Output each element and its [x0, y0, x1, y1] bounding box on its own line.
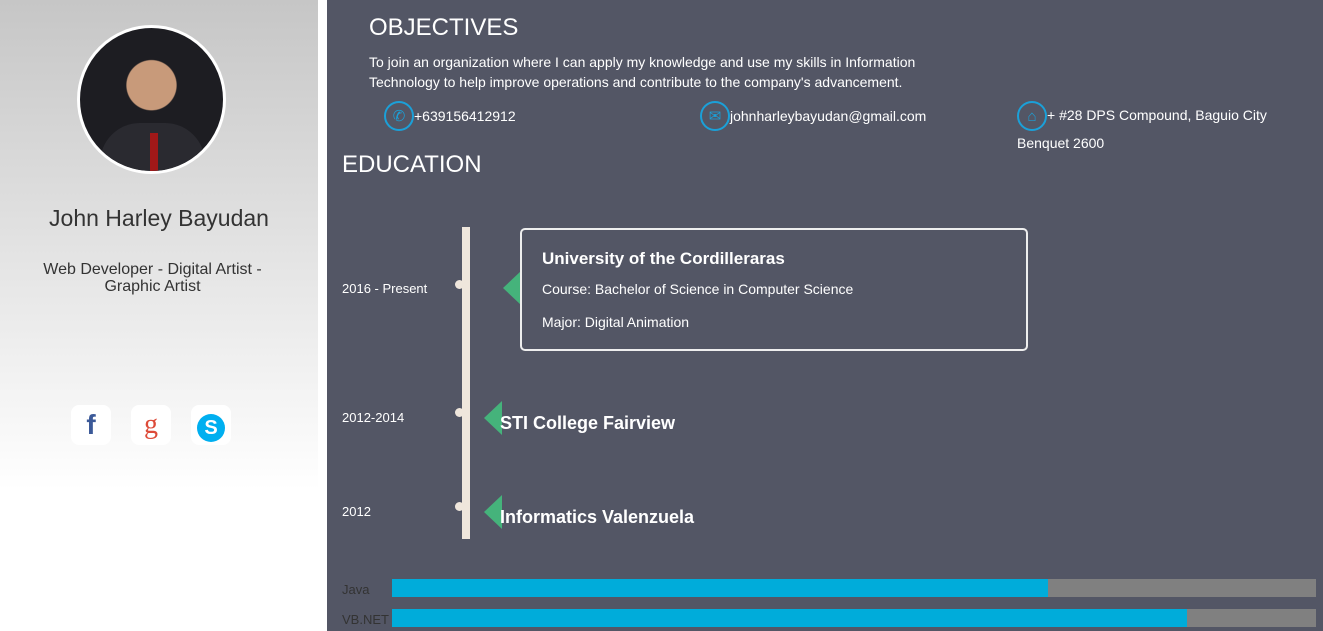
objectives-text: To join an organization where I can appl… [369, 54, 916, 90]
skill-label: Java [342, 582, 370, 597]
edu-school: University of the Cordilleraras [542, 249, 785, 268]
education-card: University of the Cordilleraras Course: … [520, 228, 1028, 351]
skill-bar-java [392, 579, 1316, 597]
avatar [77, 25, 226, 174]
skill-bar-vbnet [392, 609, 1316, 627]
main-content: OBJECTIVES To join an organization where… [327, 0, 1323, 631]
edu-school: Informatics Valenzuela [500, 507, 695, 527]
edu-school: STI College Fairview [500, 413, 676, 433]
edu-major: Major: Digital Animation [542, 314, 690, 330]
timeline-dot [455, 280, 464, 289]
skill-label: VB.NET [342, 612, 389, 627]
timeline-line [462, 227, 470, 539]
timeline-dot [455, 502, 464, 511]
objectives-heading: OBJECTIVES [369, 14, 519, 41]
education-heading: EDUCATION [342, 151, 482, 178]
contact-address: ⌂ + #28 DPS Compound, Baguio City Benquet … [1017, 101, 1317, 151]
timeline-dot [455, 408, 464, 417]
edu-date: 2012-2014 [342, 410, 405, 425]
skype-icon[interactable]: S [191, 405, 231, 445]
google-icon[interactable]: g [131, 405, 171, 445]
timeline-arrow [503, 271, 521, 305]
edu-date: 2012 [342, 504, 371, 519]
profile-sidebar: John Harley Bayudan Web Developer - Digi… [0, 0, 318, 490]
profile-name: John Harley Bayudan [49, 205, 269, 231]
edu-date: 2016 - Present [342, 281, 428, 296]
phone-icon: ✆ [384, 101, 414, 131]
home-icon: ⌂ [1017, 101, 1047, 131]
facebook-icon[interactable]: f [71, 405, 111, 445]
contact-email[interactable]: ✉ johnharleybayudan@gmail.com [700, 101, 926, 131]
mail-icon: ✉ [700, 101, 730, 131]
profile-role: Web Developer - Digital Artist - Graphic… [43, 261, 262, 295]
contact-phone: ✆ +639156412912 [384, 101, 516, 131]
edu-course: Course: Bachelor of Science in Computer … [542, 281, 854, 297]
